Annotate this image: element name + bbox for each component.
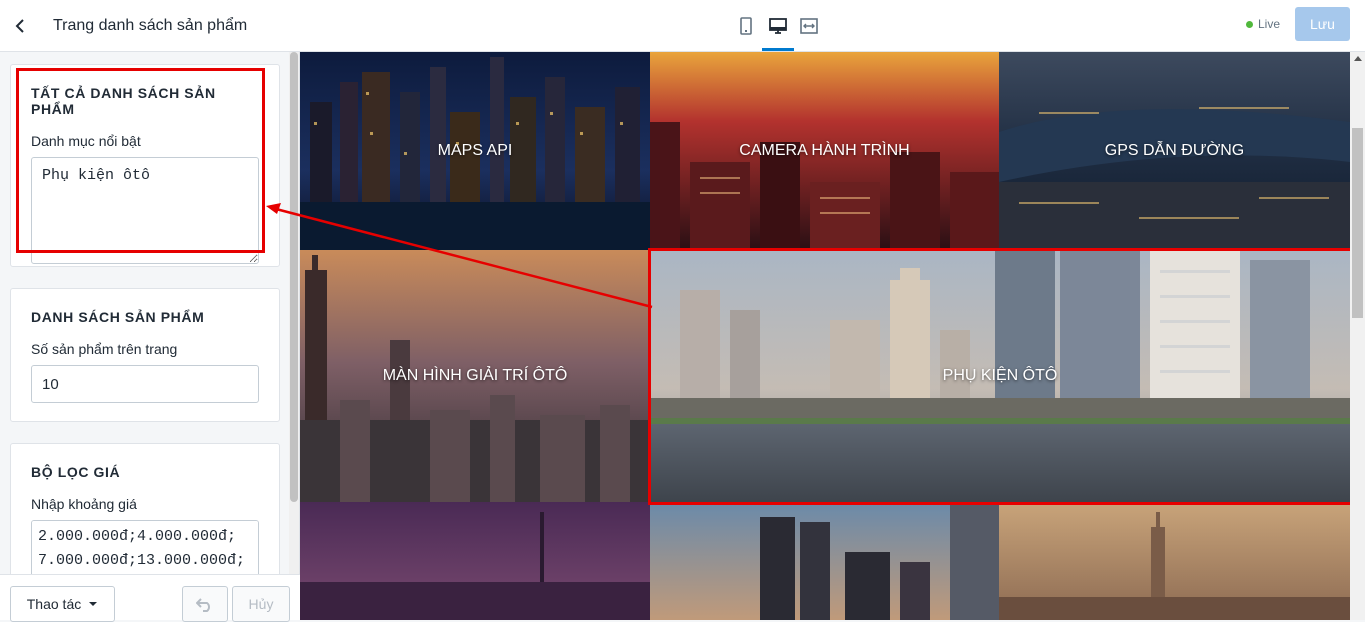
products-per-page-input[interactable] xyxy=(31,365,259,403)
back-button[interactable] xyxy=(0,0,40,52)
chevron-left-icon xyxy=(15,18,24,33)
section-heading: BỘ LỌC GIÁ xyxy=(31,464,121,480)
sidebar-content[interactable]: TẤT CẢ DANH SÁCH SẢN PHẨM Danh mục nổi b… xyxy=(0,52,300,574)
collection-tile[interactable] xyxy=(300,502,650,620)
field-label: Danh mục nổi bật xyxy=(31,133,141,149)
tile-label: CAMERA HÀNH TRÌNH xyxy=(739,142,910,159)
actions-label: Thao tác xyxy=(26,596,82,612)
store-preview: MAPS API CAMERA HÀNH TRÌNH GPS DẪN ĐƯỜNG xyxy=(300,52,1350,620)
tile-label: PHỤ KIỆN ÔTÔ xyxy=(942,367,1058,384)
live-status: Live xyxy=(1246,17,1280,31)
actions-dropdown[interactable]: Thao tác xyxy=(10,586,115,622)
sidebar-title: Trang danh sách sản phẩm xyxy=(53,16,248,34)
section-heading: TẤT CẢ DANH SÁCH SẢN PHẨM xyxy=(31,85,216,117)
sidebar-footer: Thao tác Hủy xyxy=(0,574,300,622)
product-list-card: DANH SÁCH SẢN PHẨM Số sản phẩm trên tran… xyxy=(10,288,280,422)
fullwidth-icon xyxy=(800,18,818,34)
price-filter-card: BỘ LỌC GIÁ Nhập khoảng giá 2.000.000đ;4.… xyxy=(10,443,280,574)
live-dot-icon xyxy=(1246,20,1253,28)
tile-label: GPS DẪN ĐƯỜNG xyxy=(1104,142,1245,159)
editor-topbar: Live Lưu xyxy=(300,0,1365,52)
featured-category-card: TẤT CẢ DANH SÁCH SẢN PHẨM Danh mục nổi b… xyxy=(10,64,280,267)
field-label: Số sản phẩm trên trang xyxy=(31,341,178,357)
mobile-view-button[interactable] xyxy=(734,14,758,38)
fullwidth-view-button[interactable] xyxy=(797,14,821,38)
section-heading: DANH SÁCH SẢN PHẨM xyxy=(31,309,205,325)
desktop-view-button[interactable] xyxy=(766,14,790,38)
undo-button[interactable] xyxy=(182,586,228,622)
preview-scrollbar[interactable] xyxy=(1350,52,1365,620)
live-label: Live xyxy=(1258,17,1281,31)
sidebar-scrollbar[interactable] xyxy=(289,52,299,574)
collection-tile-entertainment[interactable]: MÀN HÌNH GIẢI TRÍ ÔTÔ xyxy=(300,250,650,502)
tile-label: MÀN HÌNH GIẢI TRÍ ÔTÔ xyxy=(382,367,568,384)
collection-tile-accessories[interactable]: PHỤ KIỆN ÔTÔ xyxy=(650,250,1350,502)
collection-tile[interactable] xyxy=(650,502,999,620)
field-label: Nhập khoảng giá xyxy=(31,496,137,512)
caret-down-icon xyxy=(89,602,98,606)
price-range-input[interactable]: 2.000.000đ;4.000.000đ;7.000.000đ;13.000.… xyxy=(31,520,259,574)
featured-category-input[interactable]: Phụ kiện ôtô xyxy=(31,157,259,264)
desktop-icon xyxy=(769,18,787,34)
save-button[interactable]: Lưu xyxy=(1295,7,1350,41)
active-device-indicator xyxy=(762,48,794,51)
sidebar-header: Trang danh sách sản phẩm xyxy=(0,0,300,52)
undo-icon xyxy=(196,598,210,612)
settings-sidebar: Trang danh sách sản phẩm TẤT CẢ DANH SÁC… xyxy=(0,0,300,622)
tile-label: MAPS API xyxy=(437,142,513,159)
collection-tile[interactable] xyxy=(999,502,1350,620)
mobile-icon xyxy=(740,17,752,35)
collection-tile-gps[interactable]: GPS DẪN ĐƯỜNG xyxy=(999,52,1350,250)
collection-tile-maps-api[interactable]: MAPS API xyxy=(300,52,650,250)
cancel-button[interactable]: Hủy xyxy=(232,586,290,622)
collection-tile-camera[interactable]: CAMERA HÀNH TRÌNH xyxy=(650,52,999,250)
